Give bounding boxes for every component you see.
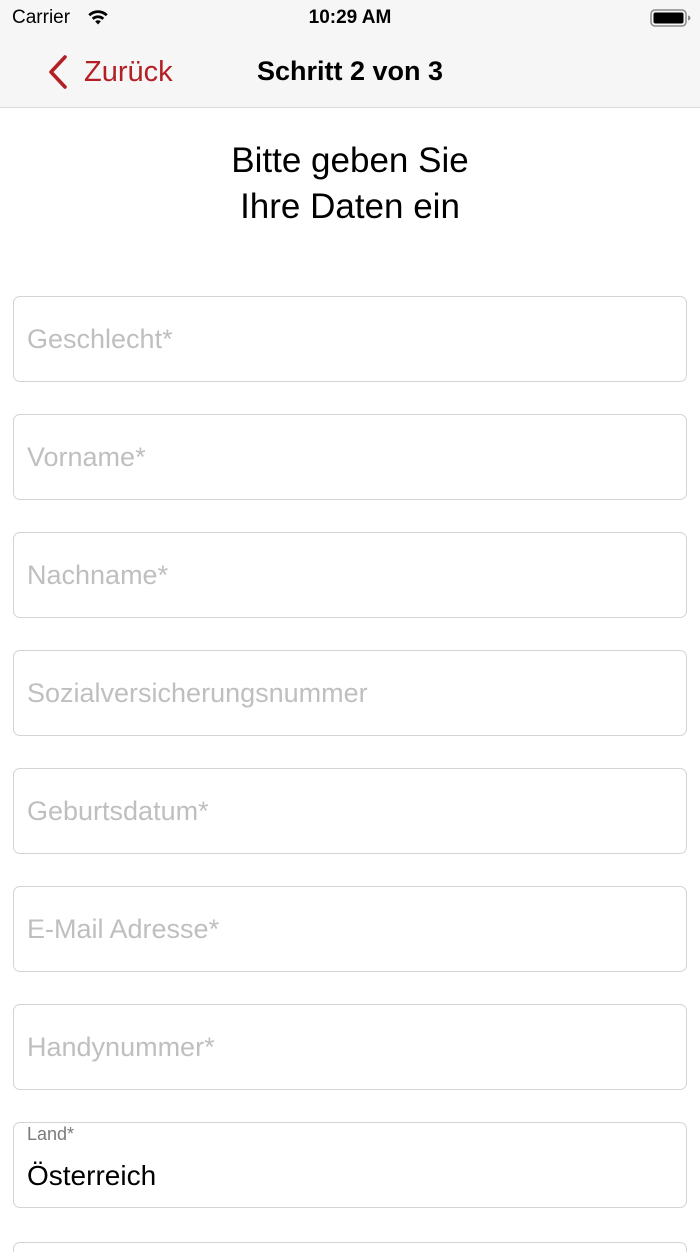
country-value: Österreich bbox=[27, 1160, 157, 1191]
first-name-field[interactable]: Vorname* bbox=[13, 414, 687, 500]
mobile-number-placeholder: Handynummer* bbox=[27, 1032, 215, 1062]
page-title-line-1: Bitte geben Sie bbox=[231, 141, 469, 180]
social-security-number-field[interactable]: Sozialversicherungsnummer bbox=[13, 650, 687, 736]
nav-title: Schritt 2 von 3 bbox=[256, 56, 444, 86]
email-field[interactable]: E-Mail Adresse* bbox=[13, 886, 687, 972]
birth-date-placeholder: Geburtsdatum* bbox=[27, 796, 209, 826]
status-bar: Carrier 10:29 AM bbox=[0, 0, 700, 36]
mobile-number-field[interactable]: Handynummer* bbox=[13, 1004, 687, 1090]
social-security-number-placeholder: Sozialversicherungsnummer bbox=[27, 678, 368, 708]
navigation-bar: Zurück Schritt 2 von 3 bbox=[0, 36, 700, 108]
email-placeholder: E-Mail Adresse* bbox=[27, 914, 220, 944]
page-title: Bitte geben Sie Ihre Daten ein bbox=[0, 138, 700, 230]
page-title-line-2: Ihre Daten ein bbox=[240, 187, 460, 226]
birth-date-field[interactable]: Geburtsdatum* bbox=[13, 768, 687, 854]
status-time: 10:29 AM bbox=[308, 7, 392, 28]
country-field[interactable]: Land* Österreich bbox=[13, 1122, 687, 1208]
battery-icon bbox=[650, 9, 691, 27]
gender-field[interactable]: Geschlecht* bbox=[13, 296, 687, 382]
last-name-field[interactable]: Nachname* bbox=[13, 532, 687, 618]
country-label: Land* bbox=[27, 1124, 75, 1144]
first-name-placeholder: Vorname* bbox=[27, 442, 146, 472]
last-name-placeholder: Nachname* bbox=[27, 560, 169, 590]
gender-placeholder: Geschlecht* bbox=[27, 324, 173, 354]
